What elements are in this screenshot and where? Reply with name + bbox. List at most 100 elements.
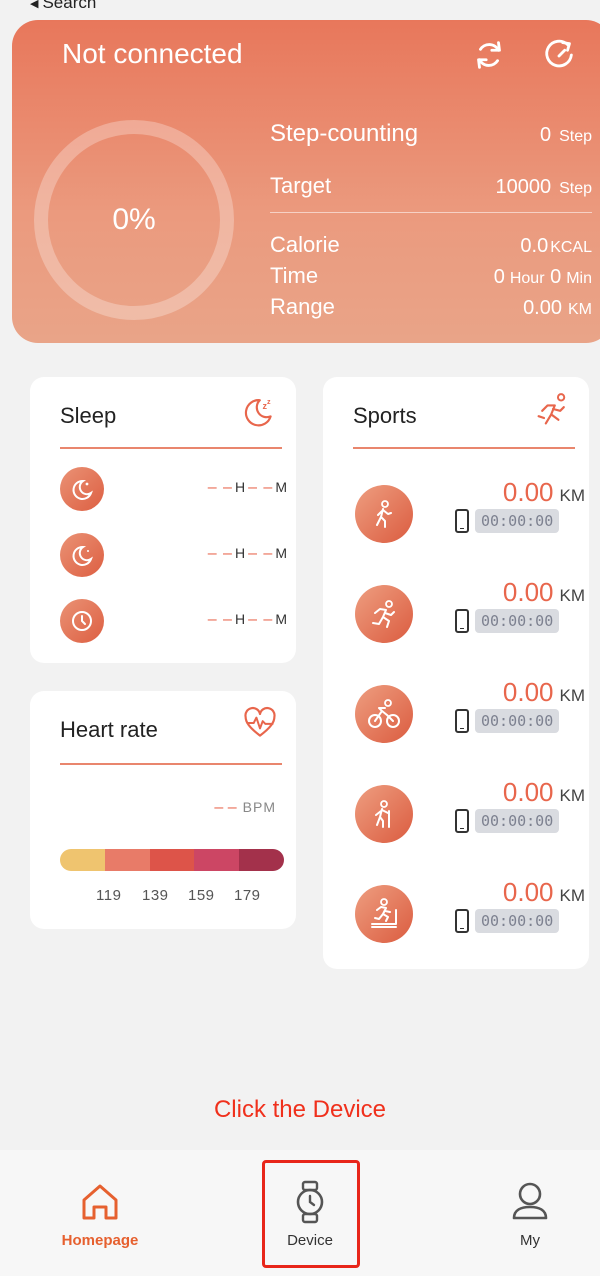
minutes-unit: M bbox=[275, 479, 288, 495]
heart-rate-zone-segment bbox=[194, 849, 240, 871]
tab-my-label: My bbox=[520, 1232, 540, 1249]
heart-rate-card[interactable]: Heart rate – – BPM 119 139 159 179 bbox=[30, 691, 296, 929]
runner-icon bbox=[537, 393, 566, 425]
run-icon bbox=[355, 585, 413, 643]
calorie-value: 0.0 bbox=[520, 235, 549, 257]
bpm-unit: BPM bbox=[242, 799, 276, 815]
distance-unit: KM bbox=[559, 786, 586, 805]
walk-icon bbox=[355, 485, 413, 543]
connection-status: Not connected bbox=[62, 38, 243, 69]
sport-row-climb[interactable]: 0.00 KM 00:00:00 bbox=[355, 777, 586, 843]
sport-distance: 0.00 bbox=[502, 677, 554, 707]
time-minutes-unit: Min bbox=[566, 270, 592, 287]
sport-time: 00:00:00 bbox=[475, 609, 560, 633]
hours-unit: H bbox=[234, 545, 247, 561]
sport-row-walk[interactable]: 0.00 KM 00:00:00 bbox=[355, 477, 585, 543]
phone-icon bbox=[455, 609, 469, 633]
time-row: Time 0 Hour 0 Min bbox=[270, 263, 592, 289]
moon-icon bbox=[60, 533, 104, 577]
clock-icon bbox=[60, 599, 104, 643]
sleep-row: – – H – – M bbox=[60, 599, 290, 643]
sport-distance: 0.00 bbox=[502, 777, 554, 807]
reload-icon[interactable] bbox=[540, 36, 578, 74]
instruction-caption: Click the Device bbox=[213, 1096, 387, 1123]
tab-homepage[interactable]: Homepage bbox=[40, 1180, 160, 1249]
step-counting-label: Step-counting bbox=[270, 120, 419, 147]
sleep-row: – – H – – M bbox=[60, 467, 290, 511]
sleep-hours: – – bbox=[207, 479, 233, 496]
target-label: Target bbox=[270, 173, 332, 198]
heart-rate-zone-segment bbox=[60, 849, 105, 871]
sports-card[interactable]: Sports 0.00 KM 00:00:00 0.00 KM 00:00:00 0… bbox=[323, 377, 589, 969]
phone-icon bbox=[455, 809, 469, 833]
time-label: Time bbox=[270, 263, 319, 288]
svg-text:z: z bbox=[267, 397, 271, 406]
sport-row-run[interactable]: 0.00 KM 00:00:00 bbox=[355, 577, 585, 643]
sleep-divider bbox=[60, 447, 282, 449]
climb-icon bbox=[355, 785, 413, 843]
heart-rate-tick: 119 bbox=[96, 887, 122, 904]
sleep-row: – – H – – M bbox=[60, 533, 290, 577]
target-value: 10000 bbox=[495, 176, 552, 198]
range-label: Range bbox=[270, 294, 335, 319]
heart-rate-zone-bar bbox=[60, 849, 284, 871]
home-icon bbox=[82, 1184, 118, 1220]
user-icon bbox=[512, 1182, 548, 1220]
back-label: Search bbox=[42, 0, 97, 12]
back-arrow-icon: ◀ bbox=[30, 0, 39, 10]
sport-time: 00:00:00 bbox=[475, 709, 560, 733]
heart-rate-zone-segment bbox=[149, 849, 195, 871]
moon-star-icon bbox=[60, 467, 104, 511]
moon-zzz-icon: z z bbox=[244, 397, 272, 427]
progress-percent: 0% bbox=[112, 203, 156, 236]
sport-time: 00:00:00 bbox=[475, 509, 560, 533]
sync-icon[interactable] bbox=[470, 36, 508, 74]
sleep-minutes: – – bbox=[248, 545, 274, 562]
treadmill-icon bbox=[355, 885, 413, 943]
phone-icon bbox=[455, 709, 469, 733]
sleep-minutes: – – bbox=[248, 611, 274, 628]
heart-rate-title: Heart rate bbox=[60, 717, 158, 742]
minutes-unit: M bbox=[275, 545, 288, 561]
heart-rate-divider bbox=[60, 763, 282, 765]
stats-divider bbox=[270, 212, 592, 213]
heart-rate-value: – – bbox=[214, 799, 237, 816]
heart-rate-zone-segment bbox=[104, 849, 150, 871]
sport-row-treadmill[interactable]: 0.00 KM 00:00:00 bbox=[355, 877, 586, 943]
heart-rate-tick: 179 bbox=[234, 887, 261, 904]
range-unit: KM bbox=[568, 301, 592, 318]
time-hours-unit: Hour bbox=[509, 270, 545, 287]
cycling-icon bbox=[355, 685, 413, 743]
tab-homepage-label: Homepage bbox=[61, 1232, 139, 1249]
sports-title: Sports bbox=[353, 403, 417, 428]
step-counting-row: Step-counting 0 Step bbox=[270, 120, 592, 148]
back-link[interactable]: ◀ Search bbox=[30, 0, 96, 14]
summary-card: Not connected 0% Step-counting 0 Step Tar… bbox=[12, 20, 600, 343]
calorie-label: Calorie bbox=[270, 232, 340, 257]
sport-time: 00:00:00 bbox=[475, 909, 560, 933]
time-minutes: 0 bbox=[550, 266, 562, 288]
range-row: Range 0.00 KM bbox=[270, 294, 592, 320]
hours-unit: H bbox=[234, 479, 247, 495]
sleep-card[interactable]: Sleep z z – – H – – M – – H – – M – – H – – M bbox=[30, 377, 296, 663]
range-value: 0.00 bbox=[523, 297, 562, 319]
phone-icon bbox=[455, 509, 469, 533]
sleep-hours: – – bbox=[207, 545, 233, 562]
sport-distance: 0.00 bbox=[502, 577, 554, 607]
tab-my[interactable]: My bbox=[470, 1180, 590, 1249]
phone-icon bbox=[455, 909, 469, 933]
sport-row-cycling[interactable]: 0.00 KM 00:00:00 bbox=[355, 677, 586, 743]
target-row: Target 10000 Step bbox=[270, 173, 592, 199]
heart-pulse-icon bbox=[244, 706, 276, 737]
time-hours: 0 bbox=[493, 266, 505, 288]
distance-unit: KM bbox=[559, 886, 586, 905]
sport-distance: 0.00 bbox=[502, 477, 554, 507]
calorie-row: Calorie 0.0 KCAL bbox=[270, 232, 592, 258]
sleep-minutes: – – bbox=[248, 479, 274, 496]
step-unit: Step bbox=[559, 128, 592, 145]
device-highlight-box bbox=[262, 1160, 360, 1268]
minutes-unit: M bbox=[275, 611, 288, 627]
heart-rate-zone-segment bbox=[239, 849, 284, 871]
distance-unit: KM bbox=[559, 686, 586, 705]
sleep-hours: – – bbox=[207, 611, 233, 628]
